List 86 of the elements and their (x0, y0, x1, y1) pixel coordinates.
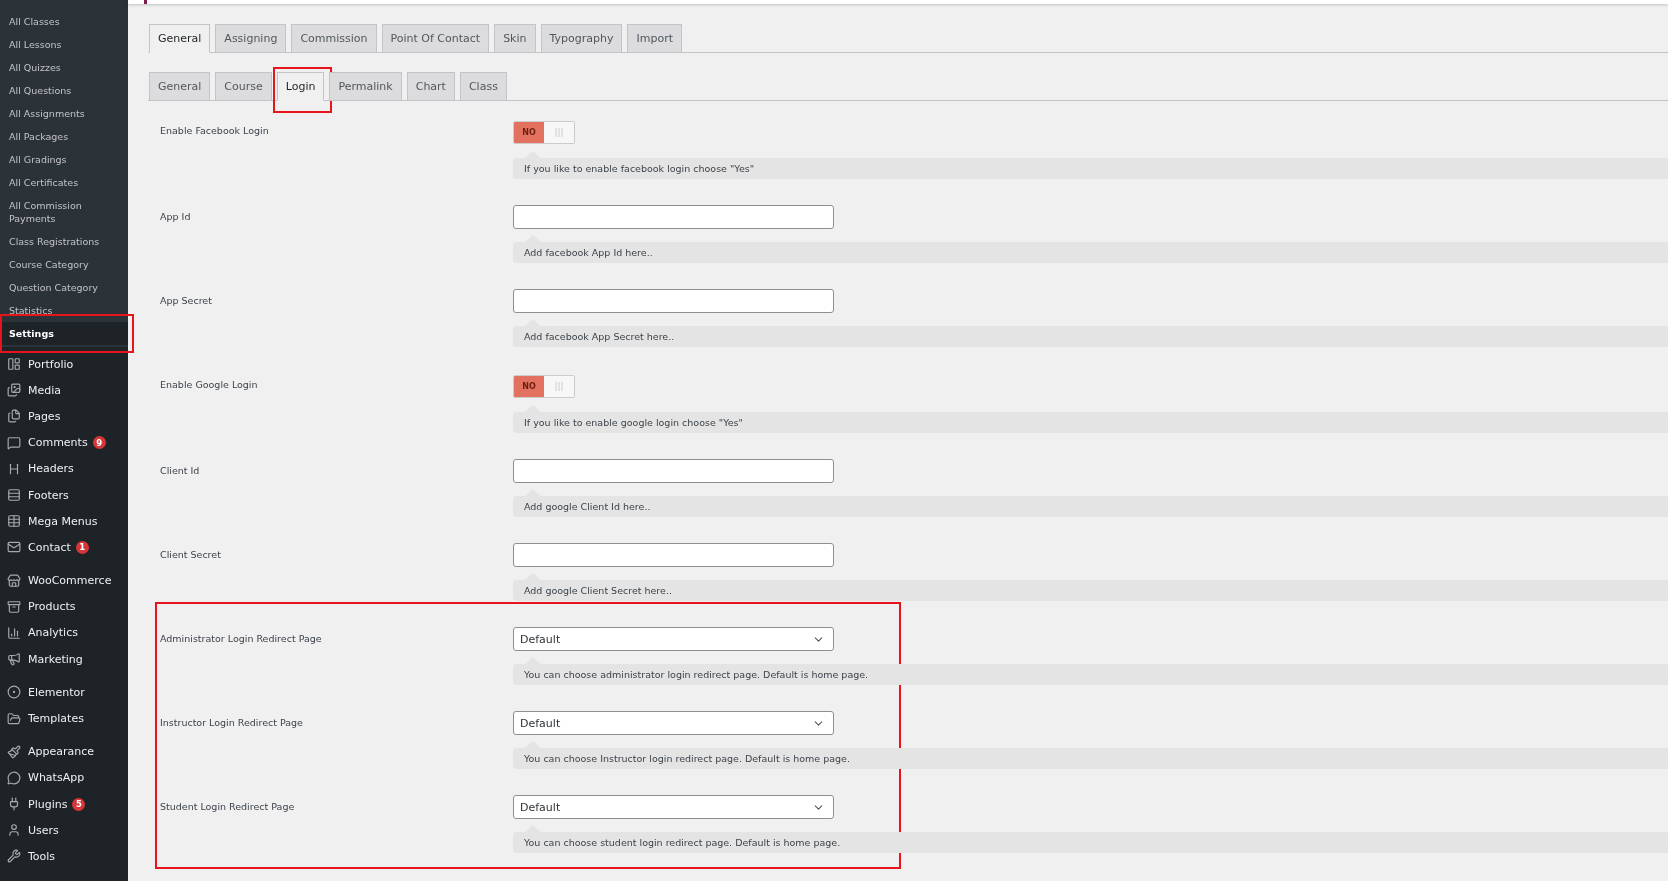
sidebar-item[interactable]: Media (0, 377, 128, 404)
sidebar-item[interactable]: Settings (0, 322, 128, 345)
sidebar-item[interactable]: Plugins 5 (0, 791, 128, 818)
sidebar-item[interactable]: Comments 9 (0, 429, 128, 456)
sidebar-item[interactable]: All Classes (0, 10, 128, 33)
input-field[interactable] (513, 459, 834, 483)
sidebar-item[interactable]: All Packages (0, 125, 128, 148)
sidebar-item[interactable]: Mega Menus (0, 508, 128, 535)
tab[interactable]: Course (215, 72, 272, 101)
chat-icon (7, 770, 21, 785)
sidebar-item[interactable]: All Questions (0, 79, 128, 102)
input-field[interactable] (513, 205, 834, 229)
count-badge: 1 (75, 540, 89, 554)
sidebar-item[interactable]: Users (0, 817, 128, 844)
sidebar-item[interactable]: Contact 1 (0, 534, 128, 561)
images-icon (7, 383, 21, 398)
pages-icon (7, 409, 21, 424)
rows-icon (7, 488, 21, 503)
tab[interactable]: Point Of Contact (381, 24, 490, 53)
paintbrush-icon (7, 744, 21, 759)
tab[interactable]: Skin (494, 24, 536, 53)
field-label: Administrator Login Redirect Page (159, 632, 323, 646)
tab[interactable]: Typography (540, 24, 623, 53)
folder-icon (7, 711, 21, 726)
field-label: App Secret (159, 294, 213, 308)
sidebar-item[interactable]: Analytics (0, 619, 128, 647)
sidebar-item[interactable]: Course Category (0, 253, 128, 276)
layout-icon (7, 357, 21, 372)
count-badge: 9 (92, 436, 106, 450)
field-label: App Id (159, 210, 192, 224)
sidebar-item[interactable]: All Commission Payments (0, 194, 128, 230)
table-icon (7, 514, 21, 529)
tab[interactable]: Chart (406, 72, 455, 101)
tab[interactable]: Import (627, 24, 682, 53)
sidebar-item[interactable]: Elementor (0, 679, 128, 706)
field-label: Student Login Redirect Page (159, 800, 296, 814)
sidebar-item[interactable]: Marketing (0, 646, 128, 673)
field-label: Client Secret (159, 548, 222, 562)
plug-icon (7, 797, 21, 812)
tab[interactable]: Login (276, 72, 325, 101)
sidebar-item[interactable]: WooCommerce (0, 567, 128, 594)
heading-icon (7, 461, 21, 476)
sidebar-item[interactable]: Appearance (0, 738, 128, 765)
bar-chart-icon (7, 625, 21, 640)
archive-icon (7, 599, 21, 614)
select-dropdown[interactable]: Default (513, 795, 834, 819)
megaphone-icon (7, 652, 21, 667)
user-icon (7, 823, 21, 838)
count-badge: 5 (72, 797, 86, 811)
sidebar-item[interactable]: All Certificates (0, 171, 128, 194)
sidebar-item[interactable]: Headers (0, 455, 128, 482)
sidebar-item[interactable]: All Assignments (0, 102, 128, 125)
sidebar-item[interactable]: Question Category (0, 276, 128, 299)
sidebar-item[interactable]: Footers (0, 481, 128, 509)
input-field[interactable] (513, 543, 834, 567)
store-icon (7, 573, 21, 588)
input-field[interactable] (513, 289, 834, 313)
tab[interactable]: General (149, 72, 211, 101)
sidebar-item[interactable]: Class Registrations (0, 230, 128, 253)
sidebar-item[interactable]: Portfolio (0, 351, 128, 378)
select-dropdown[interactable]: Default (513, 711, 834, 735)
field-label: Enable Facebook Login (159, 124, 270, 138)
tab[interactable]: Commission (291, 24, 377, 53)
sidebar-item[interactable]: WhatsApp (0, 764, 128, 791)
tab[interactable]: General (149, 24, 211, 53)
sidebar-item[interactable]: All Quizzes (0, 56, 128, 79)
sidebar-item[interactable]: All Lessons (0, 33, 128, 56)
field-label: Enable Google Login (159, 378, 259, 392)
field-label: Client Id (159, 464, 201, 478)
tab[interactable]: Class (459, 72, 507, 101)
toggle-switch[interactable]: NO (513, 375, 575, 398)
toggle-switch[interactable]: NO (513, 121, 575, 144)
sidebar-item[interactable]: All Gradings (0, 148, 128, 171)
speech-bubble-icon (7, 435, 21, 450)
field-label: Instructor Login Redirect Page (159, 716, 304, 730)
wrench-icon (7, 849, 21, 864)
sidebar-item[interactable]: Templates (0, 705, 128, 732)
tab[interactable]: Permalink (329, 72, 402, 101)
envelope-icon (7, 540, 21, 555)
tab[interactable]: Assigning (215, 24, 287, 53)
sidebar-item[interactable]: Pages (0, 403, 128, 430)
circle-icon (7, 685, 21, 700)
select-dropdown[interactable]: Default (513, 627, 834, 651)
sidebar-item[interactable]: Products (0, 593, 128, 620)
sidebar-item[interactable]: Statistics (0, 299, 128, 322)
sidebar-item[interactable]: Tools (0, 843, 128, 870)
